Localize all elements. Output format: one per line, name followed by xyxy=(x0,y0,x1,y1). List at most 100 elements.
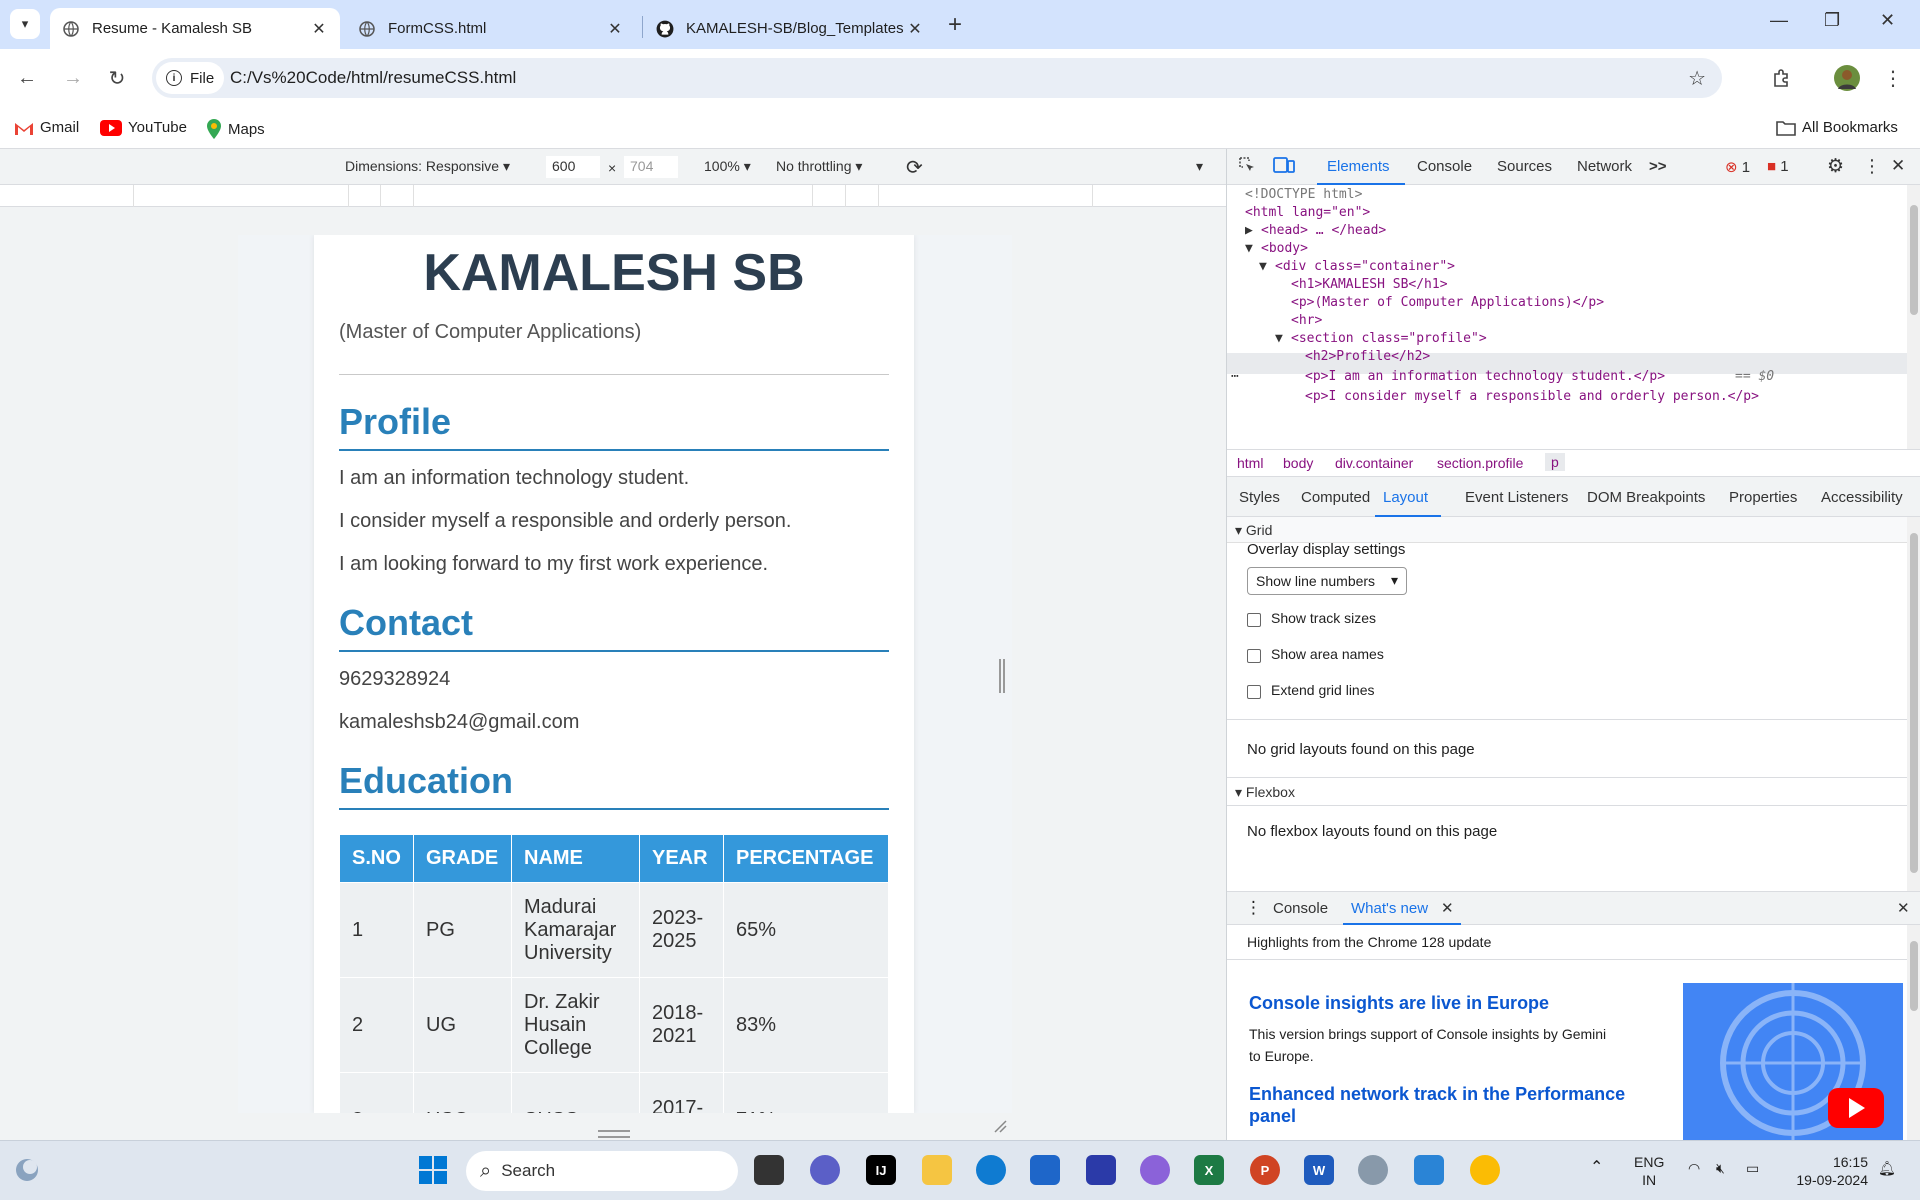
menu-kebab-icon[interactable]: ⋮ xyxy=(1878,63,1908,93)
collapse-arrow-icon[interactable]: ▼ xyxy=(1259,259,1267,274)
dimensions-dropdown[interactable]: Dimensions: Responsive ▾ xyxy=(345,158,510,175)
store-icon[interactable] xyxy=(1030,1155,1060,1185)
dom-line[interactable]: <p>(Master of Computer Applications)</p> xyxy=(1291,295,1604,310)
notification-bell-icon[interactable]: 🔔︎ xyxy=(1878,1159,1896,1177)
tab-styles[interactable]: Styles xyxy=(1239,489,1280,506)
task-view-icon[interactable] xyxy=(754,1155,784,1185)
collapse-arrow-icon[interactable]: ▼ xyxy=(1245,241,1253,256)
chrome-icon[interactable] xyxy=(1470,1155,1500,1185)
tab-dom-breakpoints[interactable]: DOM Breakpoints xyxy=(1587,489,1705,506)
tab-computed[interactable]: Computed xyxy=(1301,489,1370,506)
tab-console[interactable]: Console xyxy=(1417,158,1472,175)
bookmark-maps[interactable]: Maps xyxy=(206,119,265,139)
teams-icon[interactable] xyxy=(810,1155,840,1185)
flexbox-section-header[interactable]: ▾ Flexbox xyxy=(1227,779,1907,805)
device-toggle-icon[interactable] xyxy=(1273,155,1295,179)
dom-line[interactable]: <section class="profile"> xyxy=(1291,331,1487,346)
dom-line[interactable]: <h1>KAMALESH SB</h1> xyxy=(1291,277,1448,292)
checkbox-area-names[interactable] xyxy=(1247,649,1261,663)
scroll-thumb[interactable] xyxy=(1910,941,1918,1011)
dom-scrollbar[interactable] xyxy=(1907,185,1920,449)
resize-handle-bottom[interactable] xyxy=(598,1130,630,1138)
breadcrumb-item[interactable]: body xyxy=(1283,455,1313,471)
widgets-icon[interactable] xyxy=(14,1157,40,1186)
file-explorer-icon[interactable] xyxy=(922,1155,952,1185)
dom-ellipsis-icon[interactable]: ⋯ xyxy=(1231,369,1239,384)
issue-counter[interactable]: ■ 1 xyxy=(1767,158,1789,175)
intellij-icon[interactable]: IJ xyxy=(866,1155,896,1185)
collapse-arrow-icon[interactable]: ▼ xyxy=(1275,331,1283,346)
dom-line-selected[interactable]: <p>I am an information technology studen… xyxy=(1305,369,1665,384)
dom-line[interactable]: <div class="container"> xyxy=(1275,259,1455,274)
inspect-element-icon[interactable] xyxy=(1237,155,1257,179)
dom-tree[interactable]: <!DOCTYPE html> <html lang="en"> ▶ <head… xyxy=(1227,185,1907,449)
drawer-menu-icon[interactable]: ⋮ xyxy=(1245,898,1262,918)
site-info-chip[interactable]: i File xyxy=(156,62,225,94)
tab-event-listeners[interactable]: Event Listeners xyxy=(1465,489,1568,506)
app-icon[interactable] xyxy=(1086,1155,1116,1185)
width-input[interactable]: 600 xyxy=(546,156,600,178)
new-tab-button[interactable]: + xyxy=(948,11,962,39)
media-query-ruler[interactable] xyxy=(0,185,1226,207)
expand-arrow-icon[interactable]: ▶ xyxy=(1245,223,1253,238)
dom-line[interactable]: <html lang="en"> xyxy=(1245,205,1370,220)
dom-line[interactable]: <h2>Profile</h2> xyxy=(1305,349,1430,364)
tab-accessibility[interactable]: Accessibility xyxy=(1821,489,1903,506)
excel-icon[interactable]: X xyxy=(1194,1155,1224,1185)
tab-network[interactable]: Network xyxy=(1577,158,1632,175)
device-options-icon[interactable]: ▾ xyxy=(1196,158,1203,175)
checkbox-extend-lines[interactable] xyxy=(1247,685,1261,699)
chevron-up-icon[interactable]: ⌃ xyxy=(1590,1159,1603,1177)
tab-github[interactable]: KAMALESH-SB/Blog_Templates ✕ xyxy=(644,8,936,49)
grid-section-header[interactable]: ▾ Grid xyxy=(1227,517,1907,543)
close-icon[interactable]: ✕ xyxy=(310,19,328,39)
news-link[interactable]: Enhanced network track in the Performanc… xyxy=(1249,1083,1639,1127)
wifi-icon[interactable]: ◠ xyxy=(1688,1159,1700,1177)
bookmark-youtube[interactable]: YouTube xyxy=(100,119,187,136)
windows-start-icon[interactable] xyxy=(418,1155,448,1188)
tab-resume[interactable]: Resume - Kamalesh SB ✕ xyxy=(50,8,340,49)
back-button[interactable]: ← xyxy=(12,63,42,93)
throttle-dropdown[interactable]: No throttling ▾ xyxy=(776,158,862,175)
app-icon[interactable] xyxy=(1358,1155,1388,1185)
tab-layout[interactable]: Layout xyxy=(1383,489,1428,506)
breadcrumb-item-active[interactable]: p xyxy=(1545,453,1565,471)
scroll-thumb[interactable] xyxy=(1910,205,1918,315)
minimize-button[interactable]: — xyxy=(1770,10,1788,31)
settings-gear-icon[interactable]: ⚙ xyxy=(1827,155,1844,178)
bookmark-star-icon[interactable]: ☆ xyxy=(1688,66,1706,91)
dom-line[interactable]: <head> … </head> xyxy=(1261,223,1386,238)
word-icon[interactable]: W xyxy=(1304,1155,1334,1185)
dom-line[interactable]: <p>I consider myself a responsible and o… xyxy=(1305,389,1759,404)
whats-new-video-thumbnail[interactable] xyxy=(1683,983,1903,1140)
reload-button[interactable]: ↻ xyxy=(102,63,132,93)
avatar[interactable] xyxy=(1832,63,1862,93)
tab-properties[interactable]: Properties xyxy=(1729,489,1797,506)
close-window-button[interactable]: ✕ xyxy=(1880,10,1895,31)
layout-scrollbar[interactable] xyxy=(1907,517,1920,891)
close-drawer-icon[interactable]: ✕ xyxy=(1897,899,1910,917)
address-bar[interactable]: i File C:/Vs%20Code/html/resumeCSS.html … xyxy=(152,58,1722,98)
scroll-thumb[interactable] xyxy=(1910,533,1918,873)
close-icon[interactable]: ✕ xyxy=(1441,899,1454,917)
battery-icon[interactable]: ▭ xyxy=(1746,1159,1759,1177)
url-text[interactable]: C:/Vs%20Code/html/resumeCSS.html xyxy=(230,68,516,88)
tab-sources[interactable]: Sources xyxy=(1497,158,1552,175)
height-input[interactable]: 704 xyxy=(624,156,678,178)
breadcrumb-item[interactable]: html xyxy=(1237,455,1263,471)
tab-formcss[interactable]: FormCSS.html ✕ xyxy=(346,8,636,49)
dom-line[interactable]: <hr> xyxy=(1291,313,1322,328)
drawer-tab-whats-new[interactable]: What's new xyxy=(1351,900,1428,917)
app-icon[interactable] xyxy=(1140,1155,1170,1185)
more-tabs-button[interactable]: >> xyxy=(1649,158,1667,175)
close-icon[interactable]: ✕ xyxy=(606,19,624,39)
vscode-icon[interactable] xyxy=(1414,1155,1444,1185)
rotate-icon[interactable]: ⟳ xyxy=(906,155,923,180)
resize-handle-right[interactable] xyxy=(999,659,1005,693)
breadcrumb-item[interactable]: section.profile xyxy=(1437,455,1523,471)
overlay-select[interactable]: Show line numbers ▾ xyxy=(1247,567,1407,595)
tab-elements[interactable]: Elements xyxy=(1327,158,1390,175)
tab-search-button[interactable]: ▾ xyxy=(10,9,40,39)
extensions-icon[interactable] xyxy=(1766,63,1796,93)
error-counter[interactable]: ⊗ 1 xyxy=(1725,158,1750,176)
